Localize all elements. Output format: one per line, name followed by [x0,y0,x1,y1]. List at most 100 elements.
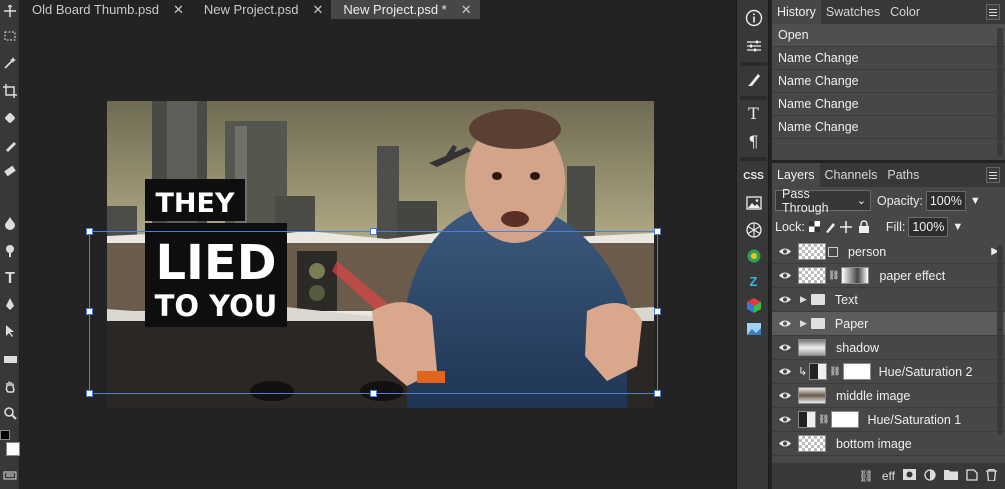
image-icon[interactable] [737,190,770,216]
marquee-tool-icon[interactable] [0,25,20,47]
expand-arrow-icon[interactable]: ▶ [800,318,807,329]
eye-icon[interactable] [772,367,798,376]
foreground-color-swatch[interactable] [0,430,10,440]
layer-name[interactable]: middle image [836,389,910,403]
fill-tool-icon[interactable] [0,212,20,234]
layer-name[interactable]: person [848,245,886,259]
eraser-tool-icon[interactable] [0,160,20,182]
color-picker-plugin-icon[interactable] [737,243,770,269]
hand-tool-icon[interactable] [0,376,20,398]
crop-tool-icon[interactable] [0,80,20,102]
adjustments-icon[interactable] [737,33,770,59]
tab-paths[interactable]: Paths [882,163,924,187]
delete-layer-icon[interactable] [986,468,997,484]
info-icon[interactable] [737,5,770,31]
history-item[interactable]: Name Change [772,47,1005,70]
layer-name[interactable]: Hue/Saturation 2 [879,365,973,379]
character-icon[interactable]: T [737,100,770,126]
layer-effects-icon[interactable]: eff [882,469,895,483]
layer-name[interactable]: Text [835,293,858,307]
tab-swatches[interactable]: Swatches [821,0,885,24]
transform-handle[interactable] [86,308,93,315]
blur-tool-icon[interactable] [0,240,20,262]
background-color-swatch[interactable] [6,442,20,456]
move-tool-icon[interactable] [0,0,20,22]
tab-history[interactable]: History [772,0,821,24]
pen-tool-icon[interactable] [0,293,20,315]
layer-mask-thumbnail[interactable] [841,267,870,284]
magic-wand-icon[interactable] [0,52,20,74]
opacity-dropdown-icon[interactable]: ▼ [970,195,981,207]
eye-icon[interactable] [772,319,798,328]
eye-icon[interactable] [772,295,798,304]
z-plugin-icon[interactable]: Z [737,268,770,294]
adjustment-layer-icon[interactable] [924,468,936,484]
close-icon[interactable]: ✕ [313,2,324,18]
paragraph-icon[interactable]: ¶ [737,128,770,154]
layer-name[interactable]: paper effect [879,269,945,283]
new-group-icon[interactable] [944,469,958,483]
new-layer-icon[interactable] [966,468,978,484]
eye-icon[interactable] [772,391,798,400]
transform-handle[interactable] [370,228,377,235]
panel-menu-icon[interactable] [986,4,1000,20]
transform-handle[interactable] [654,390,661,397]
layer-mask-thumbnail[interactable] [831,411,860,428]
layer-row[interactable]: ⛓ Hue/Saturation 1 [772,408,1005,432]
layer-row[interactable]: ⛓ paper effect [772,264,1005,288]
layers-scrollbar[interactable] [997,245,1003,435]
history-item[interactable]: Name Change [772,116,1005,139]
layer-row[interactable]: middle image [772,384,1005,408]
rectangle-tool-icon[interactable] [0,348,20,370]
expand-arrow-icon[interactable]: ▶ [800,294,807,305]
layer-row-selected[interactable]: ▶ Paper [772,312,1005,336]
close-icon[interactable]: ✕ [173,2,184,18]
layer-mask-thumbnail[interactable] [842,363,871,380]
layer-name[interactable]: bottom image [836,437,912,451]
history-item[interactable]: Name Change [772,93,1005,116]
brush-settings-icon[interactable] [737,67,770,93]
landscape-icon[interactable] [737,316,770,342]
layer-row[interactable]: bottom image [772,432,1005,456]
layer-row[interactable]: person ▶ [772,240,1005,264]
link-layers-icon[interactable]: ⛓ [859,469,874,483]
tab-new-project-active[interactable]: New Project.psd * ✕ [331,0,480,19]
path-select-icon[interactable] [0,320,20,342]
close-icon[interactable]: ✕ [461,2,472,18]
eye-icon[interactable] [772,247,798,256]
tab-old-board-thumb[interactable]: Old Board Thumb.psd ✕ [20,0,192,19]
blend-mode-select[interactable]: Pass Through ⌄ [775,187,871,215]
canvas-area[interactable]: THEY LIED TO YOU [21,19,736,489]
layer-name[interactable]: Paper [835,317,868,331]
tab-color[interactable]: Color [885,0,925,24]
brush-tool-icon[interactable] [0,135,20,157]
lock-icons[interactable] [808,220,882,234]
history-item[interactable]: Open [772,24,1005,47]
layer-row[interactable]: ▶ Text [772,288,1005,312]
keyboard-icon[interactable] [0,464,20,486]
layer-name[interactable]: shadow [836,341,879,355]
opacity-input[interactable]: 100% [925,190,966,211]
transform-handle[interactable] [654,308,661,315]
transform-handle[interactable] [370,390,377,397]
type-tool-icon[interactable]: T [0,268,20,290]
css-icon[interactable]: CSS [737,163,770,189]
plugin-icon[interactable] [737,217,770,243]
eye-icon[interactable] [772,343,798,352]
tab-channels[interactable]: Channels [820,163,883,187]
tab-layers[interactable]: Layers [772,163,820,187]
fill-dropdown-icon[interactable]: ▼ [952,221,963,233]
history-item[interactable]: Name Change [772,70,1005,93]
layer-name[interactable]: Hue/Saturation 1 [867,413,961,427]
transform-handle[interactable] [86,390,93,397]
transform-selection-box[interactable] [86,228,661,397]
transform-handle[interactable] [86,228,93,235]
panel-menu-icon[interactable] [986,167,1000,183]
eye-icon[interactable] [772,415,798,424]
eye-icon[interactable] [772,439,798,448]
fill-input[interactable]: 100% [908,217,949,237]
layer-row[interactable]: ↳ ⛓ Hue/Saturation 2 [772,360,1005,384]
history-scrollbar[interactable] [997,28,1003,156]
add-mask-icon[interactable] [903,469,916,483]
layer-row[interactable]: shadow [772,336,1005,360]
